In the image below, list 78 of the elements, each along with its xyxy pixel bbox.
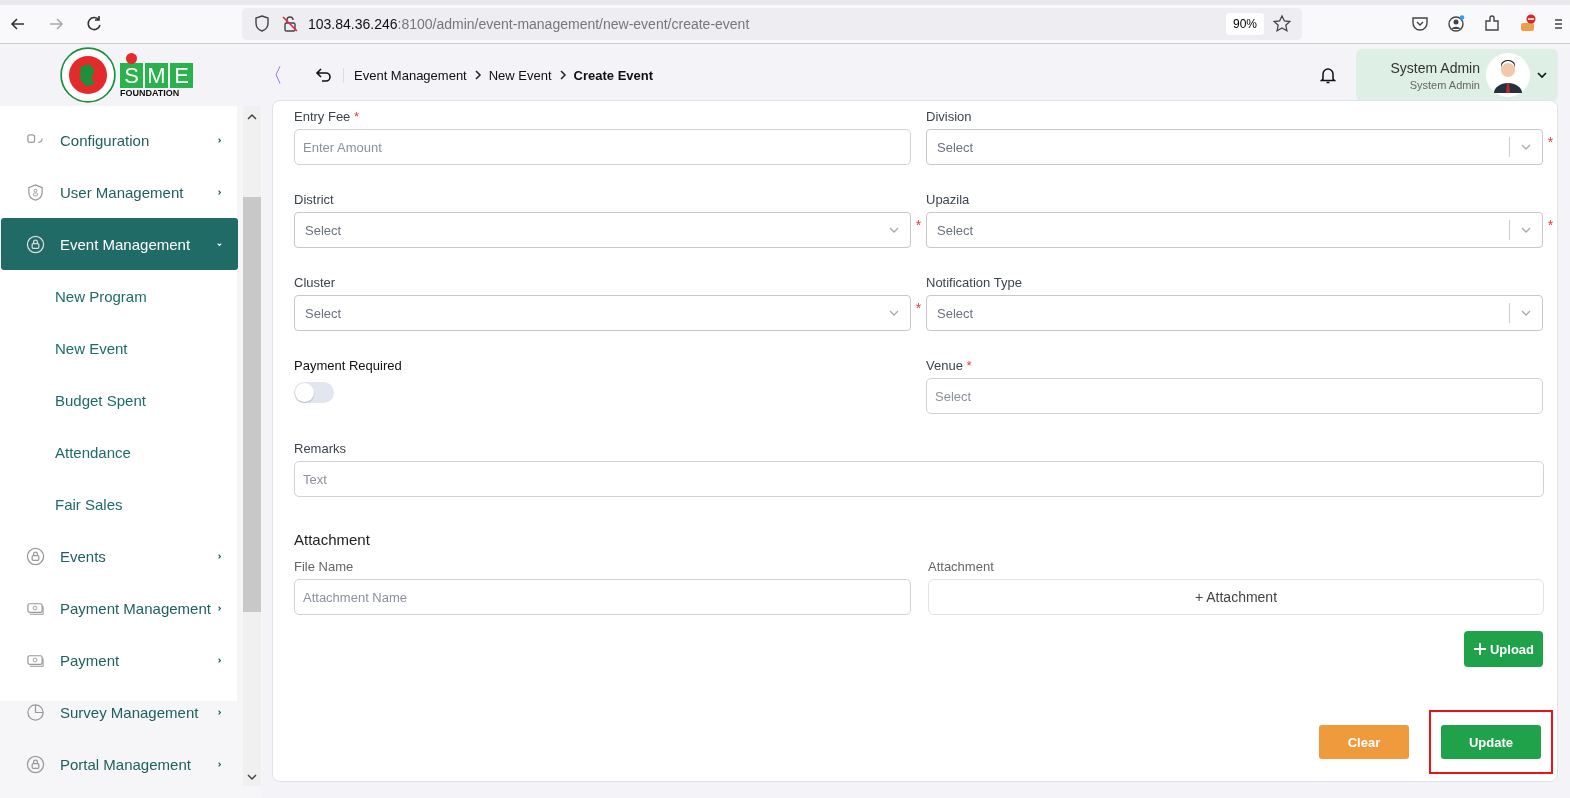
breadcrumb-link[interactable]: New Event xyxy=(488,67,552,83)
field-label: District xyxy=(294,190,335,209)
scroll-up-icon[interactable] xyxy=(246,112,258,122)
select-field[interactable]: Select xyxy=(294,212,911,248)
scrollbar[interactable] xyxy=(243,106,261,786)
field-label: Payment Required xyxy=(294,356,403,375)
menu-item-icon xyxy=(26,754,45,774)
breadcrumb-link[interactable]: Event Management xyxy=(354,67,467,83)
field-label: Cluster xyxy=(294,273,337,292)
field-label: Attachment xyxy=(928,557,995,576)
input-field[interactable]: Enter Amount xyxy=(294,129,911,165)
insecure-lock-icon xyxy=(280,14,300,34)
input-field[interactable]: Select xyxy=(926,378,1543,414)
chevron-down-icon xyxy=(1520,309,1532,317)
select-field[interactable]: Select xyxy=(926,129,1543,165)
select-field[interactable]: Select xyxy=(926,212,1543,248)
submenu-item[interactable]: New Event xyxy=(0,322,237,374)
breadcrumb-current: Create Event xyxy=(573,67,654,83)
chevron-down-icon xyxy=(1520,226,1532,234)
puzzle-icon[interactable] xyxy=(1482,14,1502,34)
section-heading: Attachment xyxy=(294,531,370,548)
submenu-item[interactable]: Budget Spent xyxy=(0,374,237,426)
field-label: Venue * xyxy=(926,356,973,375)
sidebar-item[interactable]: Configuration xyxy=(1,114,238,166)
input-field[interactable]: Text xyxy=(294,461,1544,497)
url-text: 103.84.36.246:8100/admin/event-management/new-event/create-event xyxy=(308,16,751,32)
select-field[interactable]: Select xyxy=(294,295,911,331)
menu-item-icon xyxy=(26,546,45,566)
logo-drawing: S M E FOUNDATION xyxy=(60,47,200,103)
sidebar-item[interactable]: Payment Management xyxy=(1,582,238,634)
sidebar-item[interactable]: Payment xyxy=(1,634,238,686)
toggle-switch[interactable] xyxy=(294,382,334,403)
address-bar[interactable]: 103.84.36.246:8100/admin/event-management/new-event/create-event 90% xyxy=(242,8,1302,40)
field-label: File Name xyxy=(294,557,355,576)
required-mark: * xyxy=(914,300,923,316)
pocket-icon[interactable] xyxy=(1410,14,1430,34)
menu-item-icon xyxy=(26,234,45,254)
menu-item-icon xyxy=(26,182,45,202)
sidebar-item[interactable]: Survey Management xyxy=(1,686,238,738)
collapse-button[interactable]: 〈 xyxy=(263,61,283,89)
chevron-down-icon xyxy=(888,226,900,234)
required-mark: * xyxy=(1546,134,1555,150)
plus-icon xyxy=(1472,642,1487,656)
sidebar-item[interactable]: Event Management xyxy=(1,218,238,270)
bell-icon[interactable] xyxy=(1318,65,1338,85)
sidebar-item[interactable]: Events xyxy=(1,530,238,582)
zoom-badge[interactable]: 90% xyxy=(1225,13,1264,35)
user-menu[interactable]: System Admin System Admin xyxy=(1356,49,1558,101)
sidebar-item[interactable]: User Management xyxy=(1,166,238,218)
back-arrow-icon[interactable] xyxy=(313,65,333,85)
chevron-down-icon xyxy=(1520,143,1532,151)
submenu-item[interactable]: New Program xyxy=(0,270,237,322)
attachment-button[interactable]: + Attachment xyxy=(928,579,1544,615)
account-icon[interactable] xyxy=(1446,14,1466,34)
scroll-down-icon[interactable] xyxy=(246,772,258,782)
field-label: Notification Type xyxy=(926,273,1023,292)
submenu-item[interactable]: Fair Sales xyxy=(0,478,237,530)
shield-icon xyxy=(252,14,272,34)
star-icon[interactable] xyxy=(1272,14,1292,34)
upload-button[interactable]: Upload xyxy=(1464,631,1543,667)
update-button[interactable]: Update xyxy=(1441,725,1541,759)
extension-icon[interactable] xyxy=(1518,14,1538,34)
field-label: Division xyxy=(926,107,973,126)
chevron-down-icon xyxy=(888,309,900,317)
menu-item-icon xyxy=(26,702,45,722)
chevron-right-icon xyxy=(472,69,483,81)
submenu-item[interactable]: Attendance xyxy=(0,426,237,478)
chevron-right-icon xyxy=(557,69,568,81)
required-mark: * xyxy=(1546,217,1555,233)
select-field[interactable]: Select xyxy=(926,295,1543,331)
sidebar-item[interactable]: Portal Management xyxy=(1,738,238,790)
field-label: Entry Fee * xyxy=(294,107,361,126)
required-mark: * xyxy=(914,217,923,233)
field-label: Remarks xyxy=(294,439,347,458)
chevron-down-icon xyxy=(1536,71,1548,79)
field-label: Upazila xyxy=(926,190,971,209)
avatar-icon xyxy=(1486,53,1530,97)
input-field[interactable]: Attachment Name xyxy=(294,579,911,615)
